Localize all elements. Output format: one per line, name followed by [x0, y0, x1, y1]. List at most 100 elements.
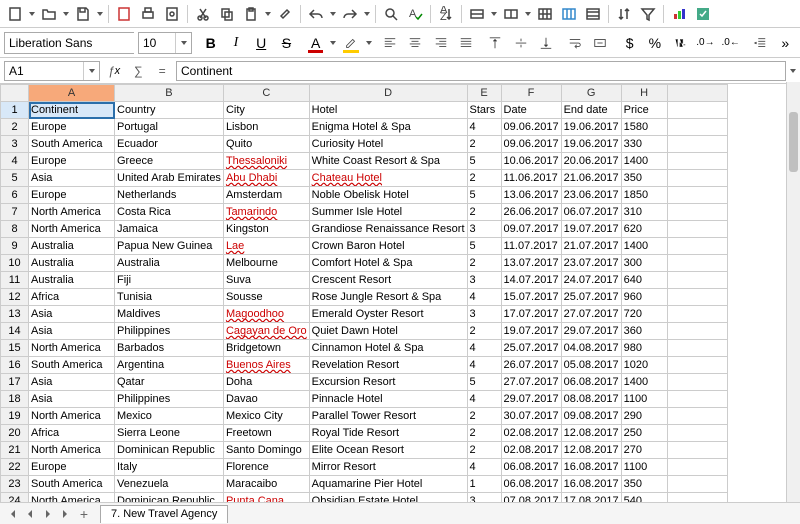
cell[interactable]: Europe: [29, 153, 115, 170]
cell[interactable]: Tunisia: [115, 289, 224, 306]
cell[interactable]: 5: [467, 187, 501, 204]
col-icon[interactable]: [500, 3, 522, 25]
row-header[interactable]: 24: [1, 493, 29, 503]
cell[interactable]: Date: [501, 102, 561, 119]
valign-top-button[interactable]: [485, 32, 506, 54]
redo-dropdown[interactable]: [363, 12, 371, 16]
cell[interactable]: United Arab Emirates: [115, 170, 224, 187]
cell[interactable]: 11.07.2017: [501, 238, 561, 255]
cell[interactable]: 2: [467, 170, 501, 187]
save-icon[interactable]: [72, 3, 94, 25]
cell[interactable]: Lae: [223, 238, 309, 255]
row-header[interactable]: 20: [1, 425, 29, 442]
cell[interactable]: 19.07.2017: [561, 221, 621, 238]
indent-dec-button[interactable]: [749, 32, 770, 54]
cell[interactable]: 3: [467, 221, 501, 238]
cell[interactable]: Country: [115, 102, 224, 119]
cell[interactable]: 4: [467, 357, 501, 374]
row-header[interactable]: 2: [1, 119, 29, 136]
cell[interactable]: North America: [29, 493, 115, 503]
cell[interactable]: Asia: [29, 374, 115, 391]
currency-button[interactable]: $: [619, 32, 640, 54]
cell[interactable]: 1850: [621, 187, 667, 204]
cell[interactable]: Price: [621, 102, 667, 119]
cell[interactable]: Doha: [223, 374, 309, 391]
cell[interactable]: 350: [621, 170, 667, 187]
cell[interactable]: 17.08.2017: [561, 493, 621, 503]
cell[interactable]: Ecuador: [115, 136, 224, 153]
cell[interactable]: Tamarindo: [223, 204, 309, 221]
cell[interactable]: 29.07.2017: [501, 391, 561, 408]
cell[interactable]: 25.07.2017: [561, 289, 621, 306]
cell[interactable]: 350: [621, 476, 667, 493]
valign-bot-button[interactable]: [535, 32, 556, 54]
cell[interactable]: 02.08.2017: [501, 442, 561, 459]
percent-button[interactable]: %: [644, 32, 665, 54]
cell[interactable]: North America: [29, 221, 115, 238]
cell[interactable]: Kingston: [223, 221, 309, 238]
cell[interactable]: Dominican Republic: [115, 493, 224, 503]
cell[interactable]: 330: [621, 136, 667, 153]
cell[interactable]: Enigma Hotel & Spa: [309, 119, 467, 136]
cell[interactable]: 4: [467, 289, 501, 306]
row-header[interactable]: 13: [1, 306, 29, 323]
cell[interactable]: 07.08.2017: [501, 493, 561, 503]
cell[interactable]: Thessaloniki: [223, 153, 309, 170]
cell[interactable]: Florence: [223, 459, 309, 476]
find-icon[interactable]: [380, 3, 402, 25]
cut-icon[interactable]: [192, 3, 214, 25]
eq-icon[interactable]: =: [152, 61, 172, 81]
cell[interactable]: Summer Isle Hotel: [309, 204, 467, 221]
cell[interactable]: 19.07.2017: [501, 323, 561, 340]
number-button[interactable]: [670, 32, 691, 54]
cell[interactable]: Comfort Hotel & Spa: [309, 255, 467, 272]
cell[interactable]: 09.07.2017: [501, 221, 561, 238]
row-header[interactable]: 1: [1, 102, 29, 119]
cell[interactable]: Buenos Aires: [223, 357, 309, 374]
cell[interactable]: 4: [467, 119, 501, 136]
cell[interactable]: Dominican Republic: [115, 442, 224, 459]
font-size-combo[interactable]: [138, 32, 192, 54]
save-dropdown[interactable]: [96, 12, 104, 16]
cell[interactable]: 2: [467, 408, 501, 425]
sum-icon[interactable]: ∑: [128, 61, 148, 81]
row-header[interactable]: 3: [1, 136, 29, 153]
preview-icon[interactable]: [161, 3, 183, 25]
cell[interactable]: Suva: [223, 272, 309, 289]
cell[interactable]: 620: [621, 221, 667, 238]
cell[interactable]: Noble Obelisk Hotel: [309, 187, 467, 204]
cell[interactable]: Curiosity Hotel: [309, 136, 467, 153]
cell[interactable]: Costa Rica: [115, 204, 224, 221]
cell[interactable]: Fiji: [115, 272, 224, 289]
cell[interactable]: Grandiose Renaissance Resort: [309, 221, 467, 238]
cell[interactable]: Magoodhoo: [223, 306, 309, 323]
cell[interactable]: 2: [467, 323, 501, 340]
bold-button[interactable]: B: [200, 32, 221, 54]
cell[interactable]: 1400: [621, 238, 667, 255]
cell[interactable]: 17.07.2017: [501, 306, 561, 323]
new-dropdown[interactable]: [28, 12, 36, 16]
row-header[interactable]: 11: [1, 272, 29, 289]
cell[interactable]: Sierra Leone: [115, 425, 224, 442]
cell[interactable]: Crown Baron Hotel: [309, 238, 467, 255]
cell[interactable]: 1400: [621, 153, 667, 170]
row-header[interactable]: 22: [1, 459, 29, 476]
cell[interactable]: Africa: [29, 289, 115, 306]
row-header[interactable]: 4: [1, 153, 29, 170]
cell[interactable]: Stars: [467, 102, 501, 119]
cell[interactable]: 14.07.2017: [501, 272, 561, 289]
pdf-icon[interactable]: [113, 3, 135, 25]
cell[interactable]: 13.06.2017: [501, 187, 561, 204]
cell[interactable]: Crescent Resort: [309, 272, 467, 289]
cell[interactable]: Europe: [29, 119, 115, 136]
cell[interactable]: 360: [621, 323, 667, 340]
cell[interactable]: 2: [467, 425, 501, 442]
cell[interactable]: 540: [621, 493, 667, 503]
cell[interactable]: Europe: [29, 187, 115, 204]
cell[interactable]: 06.08.2017: [561, 374, 621, 391]
cell[interactable]: 2: [467, 255, 501, 272]
row-header[interactable]: 6: [1, 187, 29, 204]
wrap-button[interactable]: [564, 32, 585, 54]
cell[interactable]: Cagayan de Oro: [223, 323, 309, 340]
select-all-corner[interactable]: [1, 85, 29, 102]
